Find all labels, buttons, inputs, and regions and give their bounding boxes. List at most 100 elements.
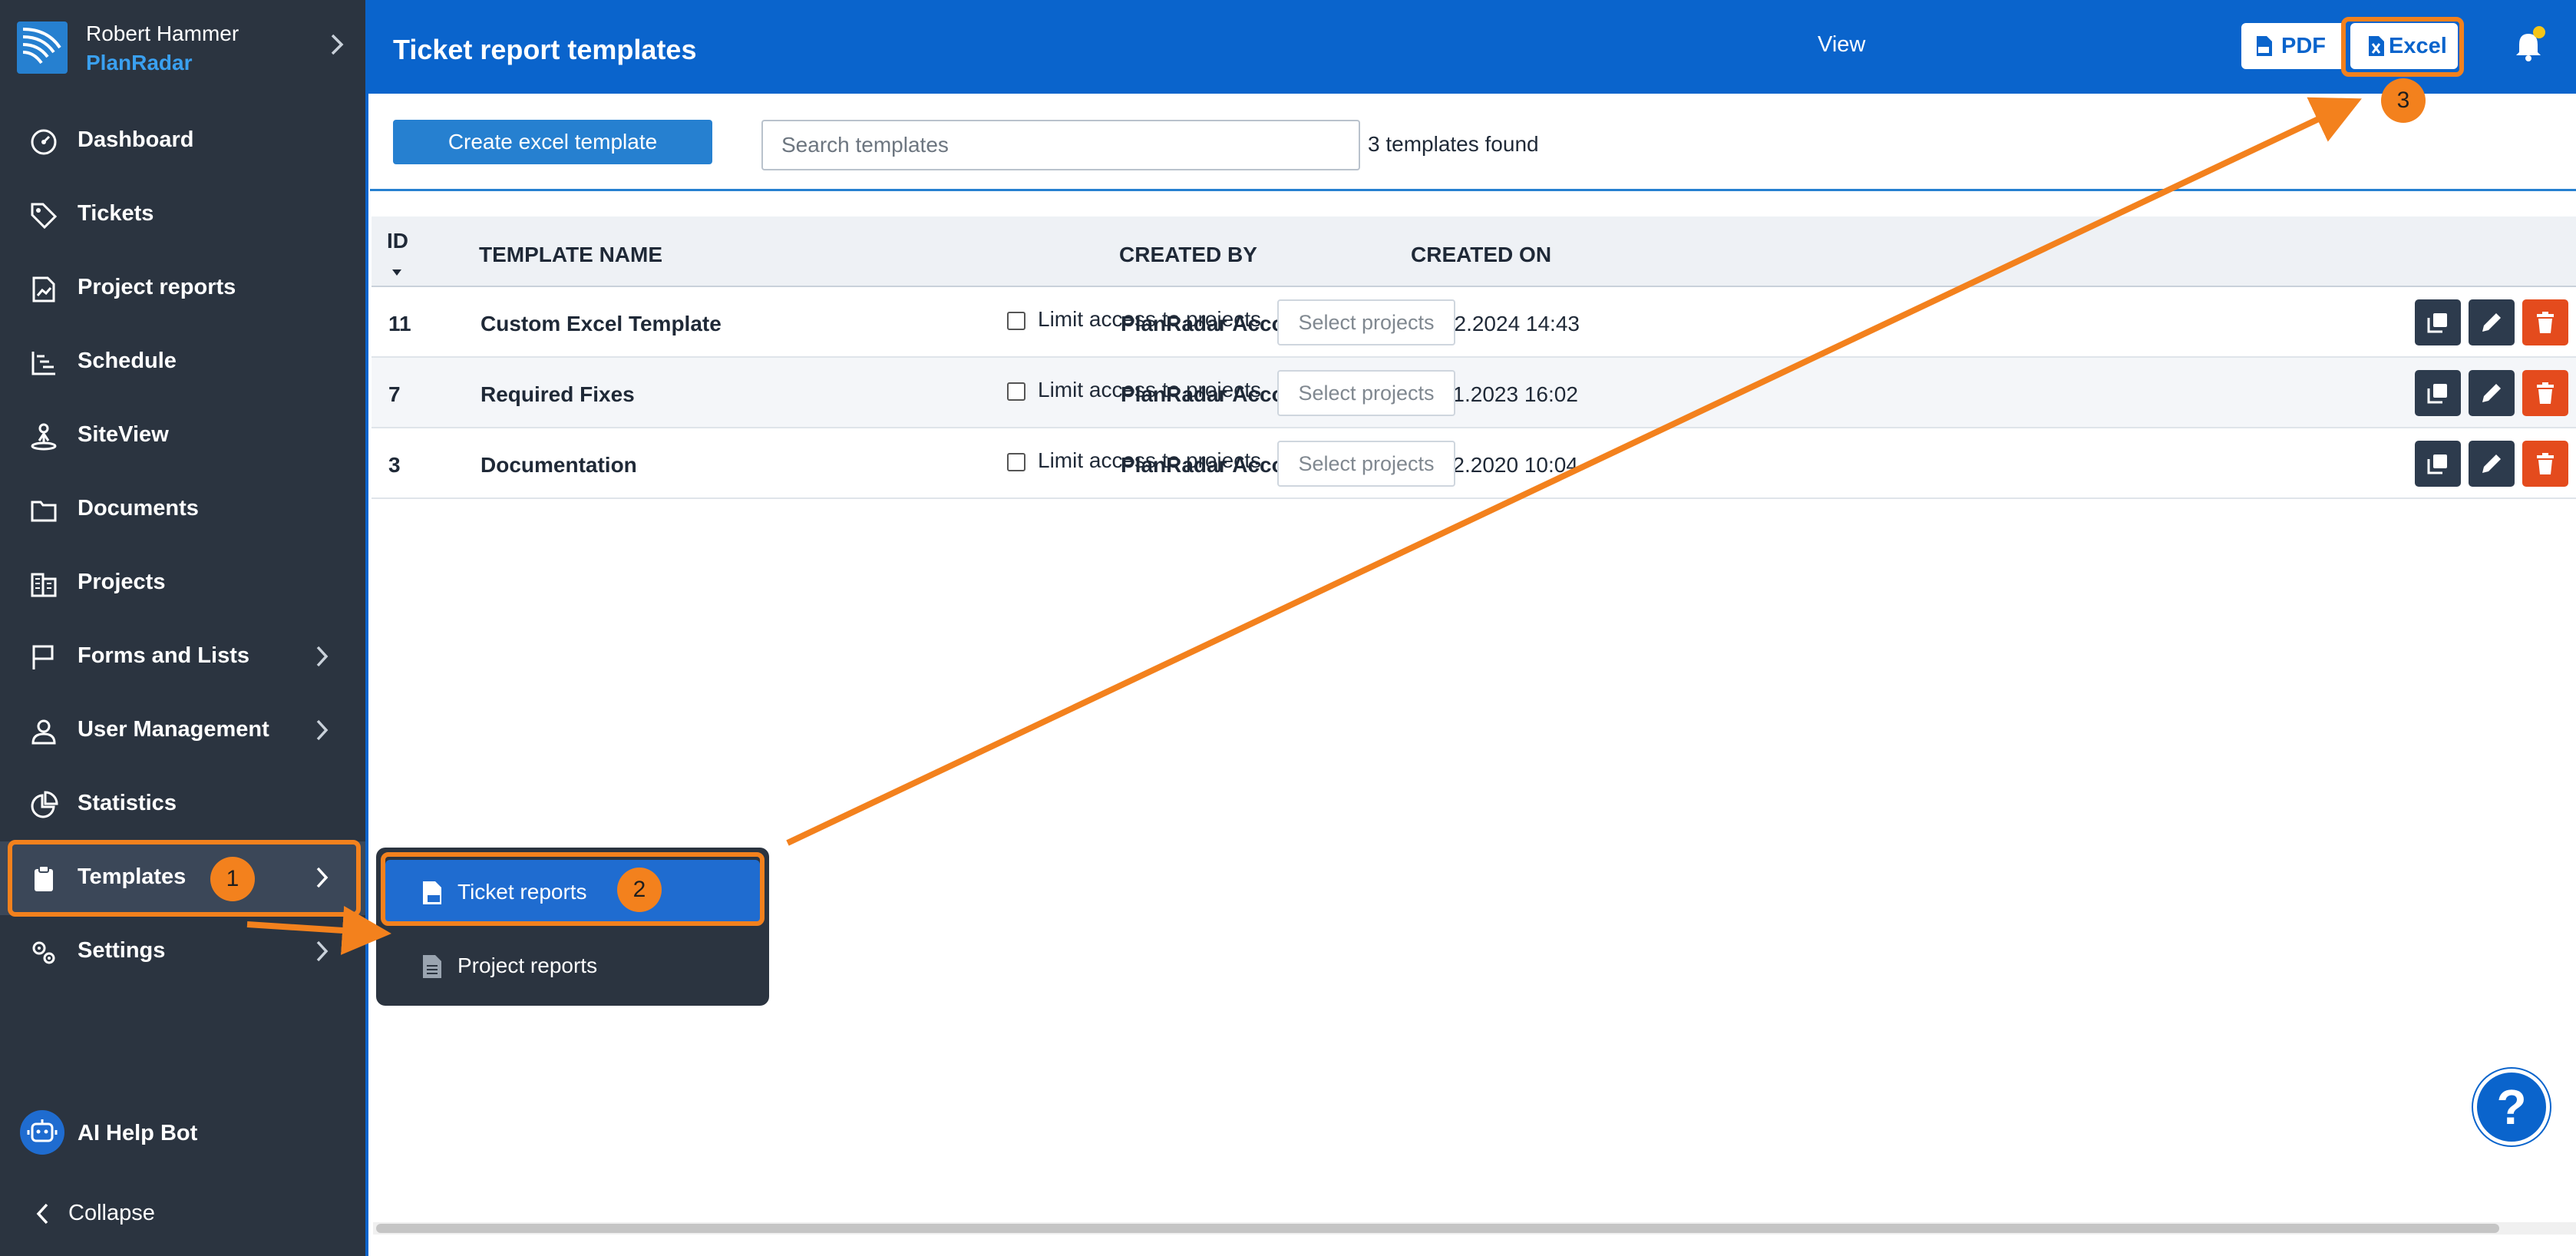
sidebar-item-projects[interactable]: Projects (0, 547, 365, 620)
user-icon (31, 719, 56, 745)
horizontal-scrollbar-thumb[interactable] (376, 1224, 2499, 1233)
gears-icon (32, 941, 55, 964)
edit-button[interactable] (2469, 299, 2515, 345)
robot-icon (27, 1119, 58, 1142)
submenu-item-project-reports[interactable]: Project reports (385, 934, 760, 998)
siteview-person-icon (31, 423, 57, 451)
trash-icon (2537, 382, 2554, 404)
copy-icon (2427, 454, 2447, 474)
app-root: Robert Hammer PlanRadar Dashboard Ticket… (0, 0, 2576, 1256)
page-title: Ticket report templates (393, 34, 697, 65)
annotation-box-excel (2341, 17, 2464, 77)
tag-icon (31, 203, 58, 230)
delete-button[interactable] (2522, 441, 2568, 487)
pencil-icon (2482, 384, 2501, 402)
sidebar-item-label: Statistics (78, 791, 177, 815)
chevron-right-icon (316, 940, 329, 962)
trash-icon (2537, 312, 2554, 333)
sidebar-item-schedule[interactable]: Schedule (0, 326, 365, 399)
submenu-item-label: Project reports (457, 954, 598, 977)
sidebar-item-tickets[interactable]: Tickets (0, 178, 365, 252)
duplicate-button[interactable] (2415, 299, 2461, 345)
edit-button[interactable] (2469, 370, 2515, 416)
limit-access-checkbox[interactable] (1007, 382, 1025, 401)
pie-chart-icon (31, 791, 58, 818)
sidebar-item-label: SiteView (78, 422, 169, 447)
toolbar-divider (370, 189, 2576, 191)
duplicate-button[interactable] (2415, 441, 2461, 487)
cell-id: 7 (388, 382, 401, 406)
sidebar-item-dashboard[interactable]: Dashboard (0, 104, 365, 178)
user-name: Robert Hammer (86, 21, 239, 45)
cell-template-name[interactable]: Required Fixes (481, 382, 635, 407)
column-header-created-on[interactable]: CREATED ON (1411, 243, 1551, 267)
templates-found-count: 3 templates found (1368, 132, 1539, 156)
create-excel-template-button[interactable]: Create excel template (393, 120, 712, 164)
sidebar-item-label: Documents (78, 496, 199, 521)
cell-id: 3 (388, 453, 401, 477)
sidebar-item-label: Tickets (78, 201, 154, 226)
sidebar-item-project-reports[interactable]: Project reports (0, 252, 365, 326)
sidebar-item-label: Forms and Lists (78, 643, 249, 668)
table-row: 7 Required Fixes PlanRadar Account 30.11… (372, 358, 2576, 428)
sidebar-item-forms-and-lists[interactable]: Forms and Lists (0, 620, 365, 694)
step-badge-1: 1 (210, 857, 255, 901)
step-badge-2: 2 (617, 868, 662, 912)
delete-button[interactable] (2522, 370, 2568, 416)
select-projects-button[interactable]: Select projects (1277, 299, 1455, 345)
buildings-icon (31, 573, 57, 597)
step-badge-3: 3 (2381, 78, 2426, 123)
column-header-template-name[interactable]: TEMPLATE NAME (479, 243, 662, 267)
company-name: PlanRadar (86, 51, 193, 74)
content-left-border (365, 94, 368, 1256)
duplicate-button[interactable] (2415, 370, 2461, 416)
pdf-file-icon (2257, 36, 2272, 56)
notification-dot (2533, 26, 2545, 38)
edit-button[interactable] (2469, 441, 2515, 487)
pdf-label: PDF (2281, 34, 2326, 58)
sidebar-item-user-management[interactable]: User Management (0, 694, 365, 768)
sidebar-item-statistics[interactable]: Statistics (0, 768, 365, 841)
ai-bot-icon[interactable] (20, 1110, 64, 1155)
collapse-button[interactable]: Collapse (68, 1201, 155, 1226)
select-projects-button[interactable]: Select projects (1277, 441, 1455, 487)
table-header: ID TEMPLATE NAME CREATED BY CREATED ON (372, 216, 2576, 287)
flag-icon (32, 645, 54, 669)
limit-access-label: Limit access to projects (1038, 307, 1261, 331)
search-input[interactable] (761, 120, 1360, 170)
sidebar: Robert Hammer PlanRadar Dashboard Ticket… (0, 0, 365, 1256)
copy-icon (2427, 313, 2447, 333)
sidebar-item-label: Schedule (78, 349, 177, 373)
pdf-view-button[interactable]: PDF (2241, 23, 2346, 69)
column-header-created-by[interactable]: CREATED BY (1119, 243, 1257, 267)
dashboard-gauge-icon (31, 129, 57, 155)
ai-help-bot-label[interactable]: AI Help Bot (78, 1121, 197, 1146)
cell-template-name[interactable]: Documentation (481, 453, 637, 478)
annotation-box-ticket-reports (381, 852, 765, 926)
sidebar-item-label: Projects (78, 570, 166, 594)
sidebar-item-label: Project reports (78, 275, 236, 299)
sidebar-item-siteview[interactable]: SiteView (0, 399, 365, 473)
trash-icon (2537, 453, 2554, 474)
pencil-icon (2482, 454, 2501, 473)
column-header-id[interactable]: ID (387, 229, 408, 253)
sidebar-item-label: Dashboard (78, 127, 194, 152)
sidebar-item-documents[interactable]: Documents (0, 473, 365, 547)
schedule-chart-icon (31, 352, 55, 375)
report-icon (32, 276, 55, 302)
chevron-right-icon (316, 719, 329, 741)
brand-header[interactable]: Robert Hammer PlanRadar (0, 0, 365, 94)
limit-access-label: Limit access to projects (1038, 378, 1261, 402)
help-button[interactable]: ? (2473, 1069, 2550, 1145)
cell-id: 11 (388, 312, 411, 335)
limit-access-checkbox[interactable] (1007, 453, 1025, 471)
delete-button[interactable] (2522, 299, 2568, 345)
document-list-icon (423, 955, 441, 978)
limit-access-checkbox[interactable] (1007, 312, 1025, 330)
select-projects-button[interactable]: Select projects (1277, 370, 1455, 416)
sidebar-item-settings[interactable]: Settings (0, 915, 365, 989)
cell-template-name[interactable]: Custom Excel Template (481, 312, 722, 336)
sort-desc-icon[interactable] (391, 269, 402, 276)
chevron-left-icon[interactable] (34, 1201, 51, 1227)
annotation-box-templates (8, 840, 361, 917)
